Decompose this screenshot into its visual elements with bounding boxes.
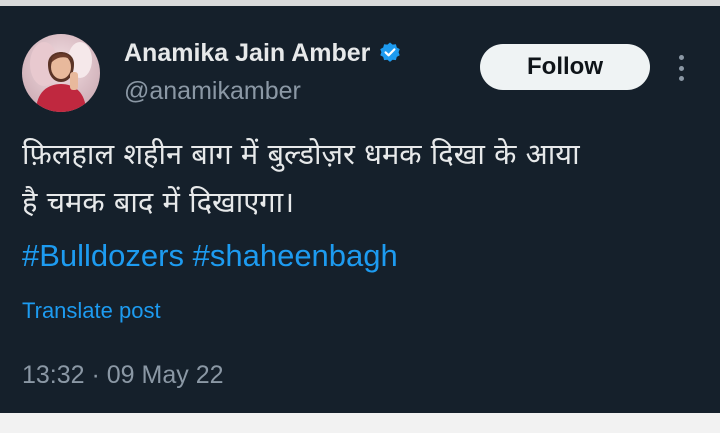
follow-button[interactable]: Follow [480,44,650,90]
translate-post-link[interactable]: Translate post [22,296,161,326]
tweet-timestamp[interactable]: 13:32 · 09 May 22 [22,360,224,390]
author-name-row: Anamika Jain Amber [124,38,402,68]
hashtag-row: #Bulldozers #shaheenbagh [22,232,398,280]
author-handle[interactable]: @anamikamber [124,76,301,106]
verified-badge-icon [378,41,402,65]
tweet-text: फ़िलहाल शहीन बाग में बुल्डोज़र धमक दिखा … [22,130,702,226]
hashtag-link-shaheenbagh[interactable]: #shaheenbagh [193,238,398,273]
tweet-text-line-2: है चमक बाद में दिखाएगा। [22,185,295,219]
tweet-text-line-1: फ़िलहाल शहीन बाग में बुल्डोज़र धमक दिखा … [22,137,580,171]
author-display-name[interactable]: Anamika Jain Amber [124,38,370,68]
more-dot [678,55,684,60]
screenshot-frame: Anamika Jain Amber @anamikamber Follow फ… [0,0,720,433]
more-dot [678,76,684,81]
profile-avatar[interactable] [22,34,100,112]
more-vertical-icon[interactable] [669,53,693,83]
hashtag-link-bulldozers[interactable]: #Bulldozers [22,238,184,273]
tweet-card: Anamika Jain Amber @anamikamber Follow फ… [0,6,720,413]
bottom-border [0,413,720,433]
more-dot [678,65,684,71]
avatar-image [22,34,100,112]
